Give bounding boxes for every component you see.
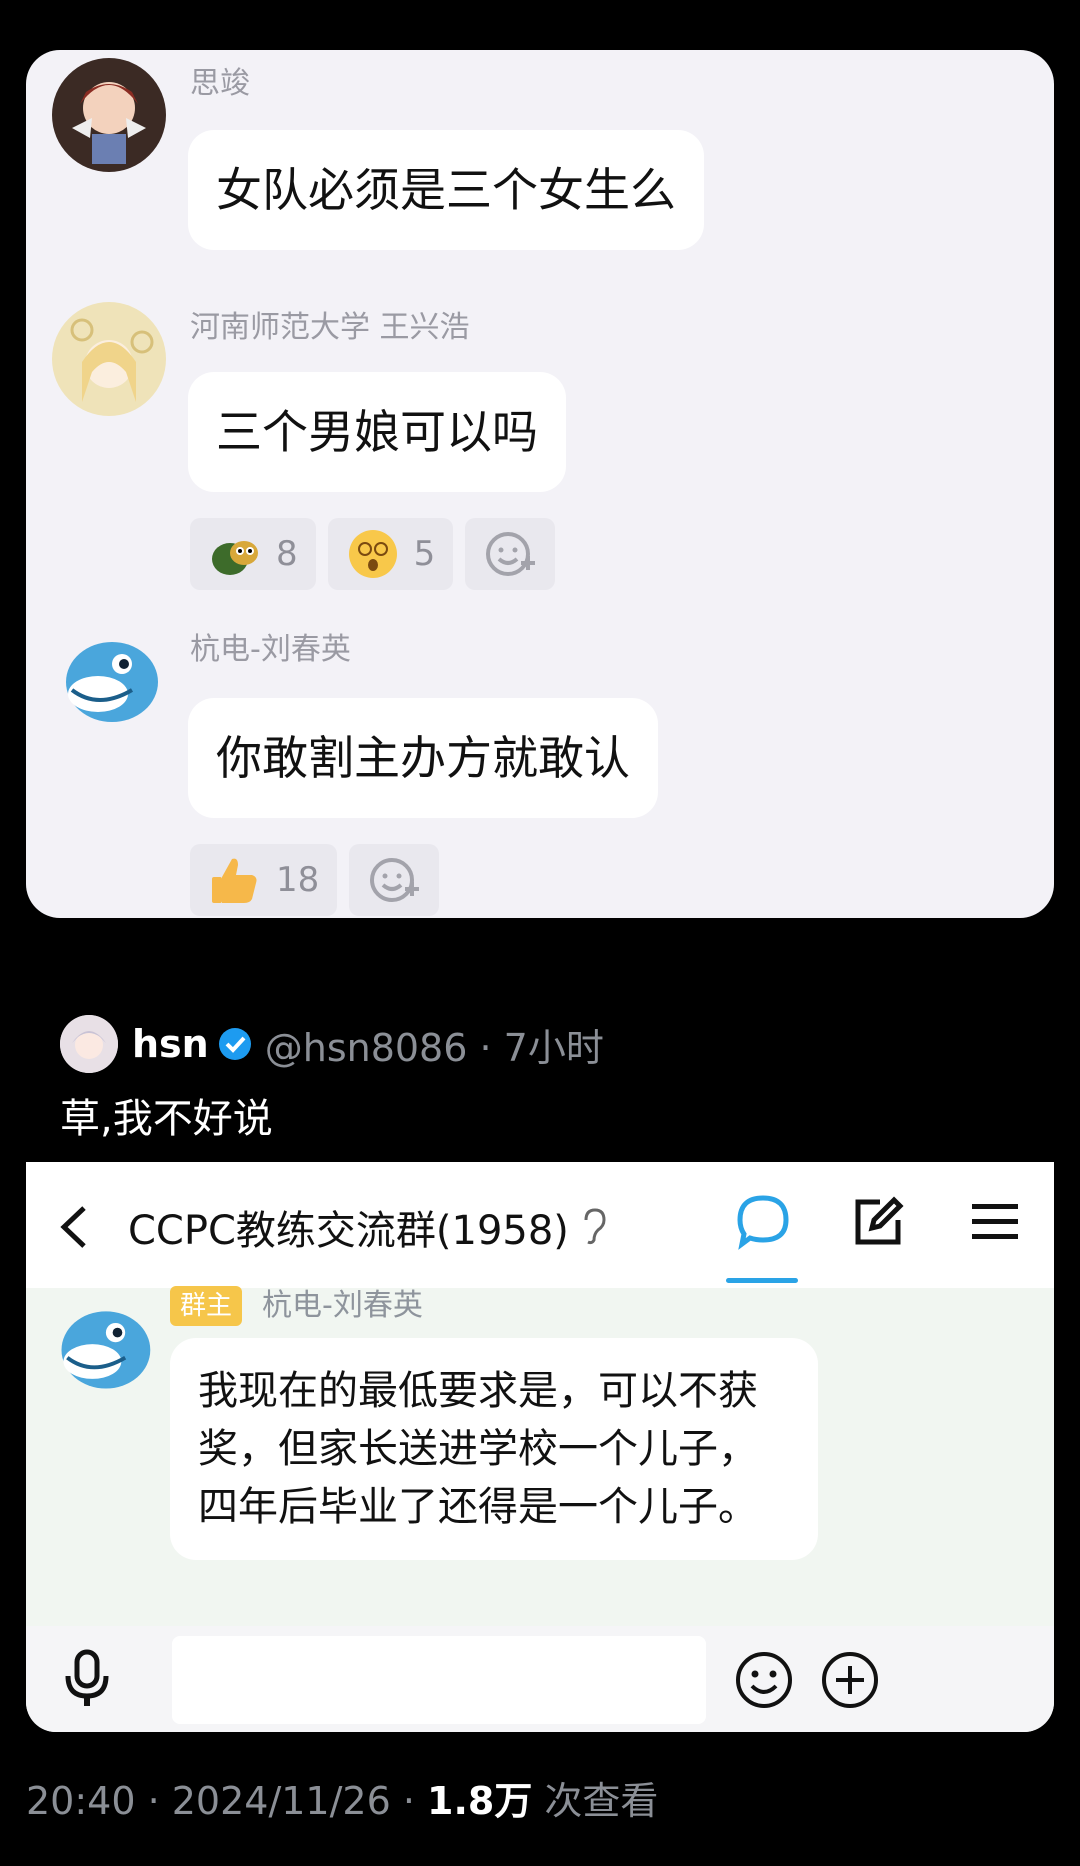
qq-group-screenshot: CCPC教练交流群(1958) 群主 杭电-刘春英 我现在的最低要求是，可以不获… bbox=[26, 1162, 1054, 1732]
sender-name: 河南师范大学 王兴浩 bbox=[190, 310, 470, 345]
message-input[interactable] bbox=[172, 1636, 706, 1724]
group-title: CCPC教练交流群(1958) bbox=[128, 1208, 569, 1254]
avatar[interactable] bbox=[48, 1294, 158, 1404]
reaction-count: 18 bbox=[276, 860, 320, 900]
reaction-count: 8 bbox=[276, 534, 298, 574]
emoji-icon[interactable] bbox=[734, 1650, 794, 1710]
input-bar bbox=[26, 1626, 1054, 1732]
verified-badge-icon bbox=[218, 1028, 251, 1060]
tweet-text: 草,我不好说 bbox=[60, 1096, 273, 1142]
avatar[interactable] bbox=[60, 1015, 118, 1073]
tweet-card: hsn @hsn8086 · 7小时 草,我不好说 CCPC教练交流群(1958… bbox=[26, 976, 1054, 1732]
sender-name: 杭电-刘春英 bbox=[190, 632, 351, 667]
reaction-chip[interactable]: 5 bbox=[327, 518, 454, 590]
group-owner-badge: 群主 bbox=[170, 1286, 243, 1326]
reaction-row: 18 bbox=[190, 844, 440, 916]
reaction-row: 8 5 bbox=[190, 518, 556, 590]
message-bubble: 女队必须是三个女生么 bbox=[188, 130, 704, 250]
add-emoji-icon bbox=[486, 532, 536, 576]
chat-screenshot-card: 思竣 女队必须是三个女生么 河南师范大学 王兴浩 三个男娘可以吗 8 5 杭电-… bbox=[26, 50, 1054, 918]
reaction-chip[interactable]: 18 bbox=[190, 844, 338, 916]
message-bubble: 三个男娘可以吗 bbox=[188, 372, 566, 492]
add-reaction-button[interactable] bbox=[349, 844, 440, 916]
back-arrow-icon[interactable] bbox=[54, 1202, 94, 1252]
reaction-count: 5 bbox=[413, 534, 436, 574]
view-count: 1.8万 bbox=[427, 1779, 533, 1823]
qq-title-bar: CCPC教练交流群(1958) bbox=[26, 1162, 1054, 1288]
chat-bubble-icon[interactable] bbox=[734, 1192, 792, 1250]
tweet-timestamp: 20:40 · 2024/11/26 · bbox=[26, 1779, 428, 1823]
avatar[interactable] bbox=[52, 624, 166, 738]
tweet-author-name[interactable]: hsn bbox=[132, 1022, 209, 1066]
dizzy-face-emoji-icon bbox=[348, 530, 397, 578]
turtle-emoji-icon bbox=[212, 541, 258, 575]
ear-icon bbox=[584, 1208, 606, 1245]
message-bubble: 你敢割主办方就敢认 bbox=[188, 698, 658, 818]
tweet-handle-time: @hsn8086 · 7小时 bbox=[264, 1025, 604, 1070]
add-reaction-button[interactable] bbox=[465, 518, 556, 590]
microphone-icon[interactable] bbox=[62, 1648, 112, 1710]
tweet-meta-footer: 20:40 · 2024/11/26 · 1.8万 次查看 bbox=[26, 1770, 658, 1825]
plus-icon[interactable] bbox=[820, 1650, 880, 1710]
tweet-header: hsn @hsn8086 · 7小时 bbox=[60, 1014, 604, 1074]
menu-icon[interactable] bbox=[970, 1200, 1020, 1244]
edit-icon[interactable] bbox=[850, 1194, 906, 1250]
sender-name: 杭电-刘春英 bbox=[262, 1288, 423, 1323]
thumbs-up-emoji-icon bbox=[212, 858, 257, 903]
reaction-chip[interactable]: 8 bbox=[190, 518, 316, 590]
avatar[interactable] bbox=[52, 302, 166, 416]
view-label: 次查看 bbox=[532, 1779, 659, 1823]
avatar[interactable] bbox=[52, 58, 166, 172]
add-emoji-icon bbox=[370, 858, 420, 902]
message-bubble: 我现在的最低要求是，可以不获奖，但家长送进学校一个儿子，四年后毕业了还得是一个儿… bbox=[170, 1338, 818, 1560]
active-tab-indicator bbox=[726, 1278, 798, 1283]
sender-name: 思竣 bbox=[190, 66, 250, 101]
